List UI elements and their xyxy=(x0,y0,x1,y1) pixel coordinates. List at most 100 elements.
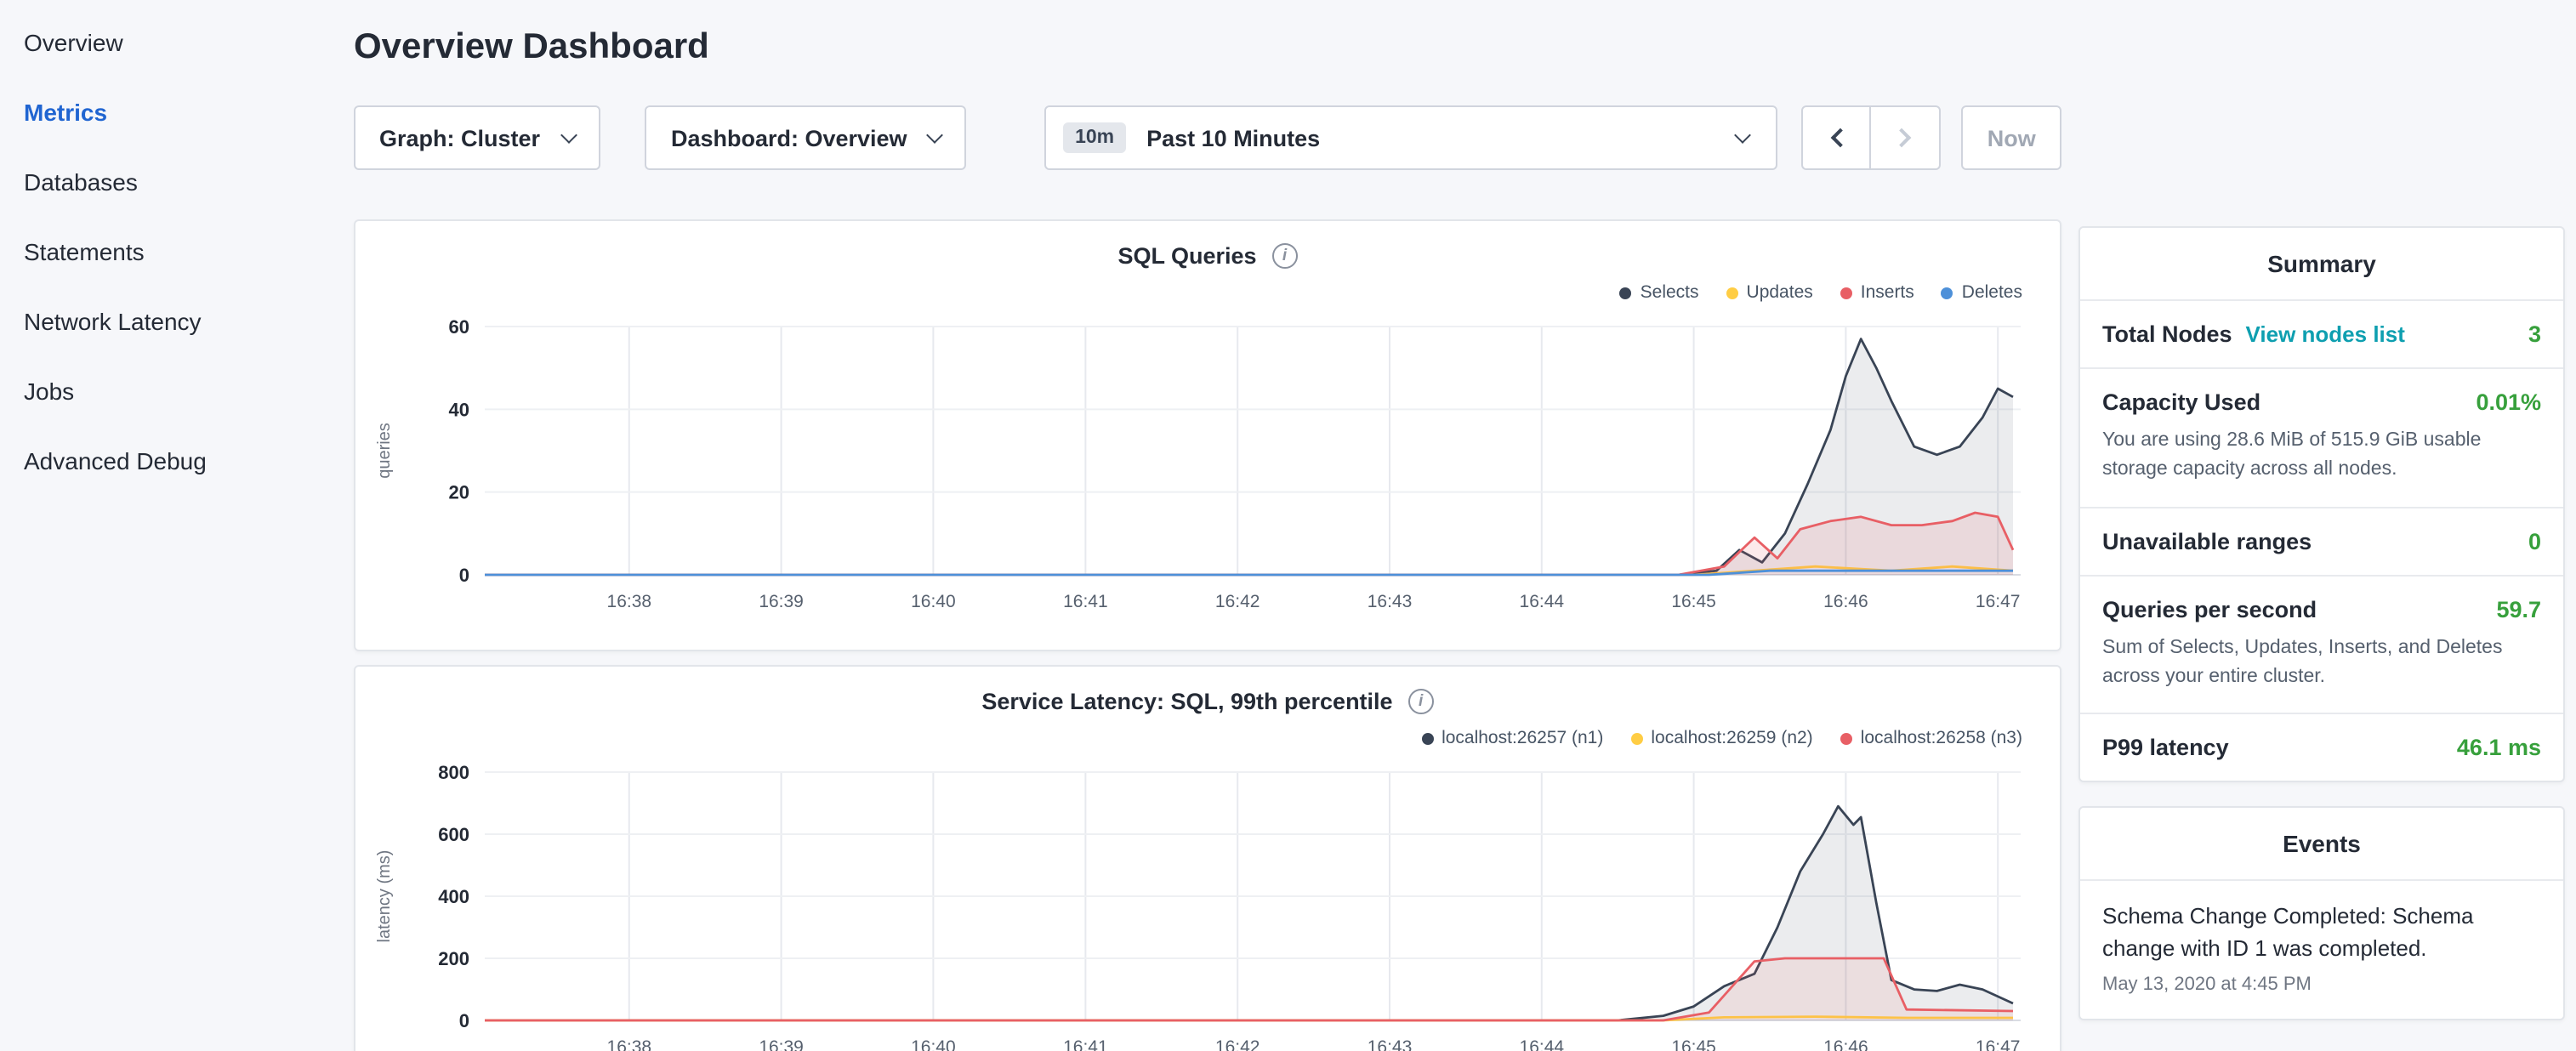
svg-text:400: 400 xyxy=(438,886,469,907)
legend-dot-icon xyxy=(1421,732,1433,744)
summary-description: You are using 28.6 MiB of 515.9 GiB usab… xyxy=(2102,427,2541,486)
dashboard-dropdown[interactable]: Dashboard: Overview xyxy=(645,105,966,170)
legend-dot-icon xyxy=(1942,287,1953,298)
svg-text:40: 40 xyxy=(449,399,469,420)
svg-text:600: 600 xyxy=(438,824,469,845)
events-panel: Events Schema Change Completed: Schema c… xyxy=(2078,806,2565,1020)
svg-text:latency (ms): latency (ms) xyxy=(375,850,394,943)
summary-row-p99-latency: P99 latency 46.1 ms xyxy=(2080,714,2563,781)
legend-dot-icon xyxy=(1840,732,1852,744)
graph-dropdown[interactable]: Graph: Cluster xyxy=(354,105,601,170)
events-title: Events xyxy=(2080,808,2563,881)
svg-text:200: 200 xyxy=(438,948,469,969)
svg-text:16:44: 16:44 xyxy=(1520,592,1565,611)
sidebar-item-metrics[interactable]: Metrics xyxy=(0,78,354,148)
legend-item: localhost:26259 (n2) xyxy=(1630,728,1812,748)
sidebar-item-overview[interactable]: Overview xyxy=(0,9,354,78)
chevron-down-icon xyxy=(926,126,943,143)
toolbar: Graph: Cluster Dashboard: Overview 10m P… xyxy=(354,105,2061,170)
svg-text:16:47: 16:47 xyxy=(1976,1037,2021,1051)
time-pager xyxy=(1801,105,1941,170)
summary-value: 59.7 xyxy=(2496,596,2541,622)
legend-dot-icon xyxy=(1630,732,1642,744)
sidebar-item-statements[interactable]: Statements xyxy=(0,218,354,287)
service-latency-chart[interactable]: 16:3816:3916:4016:4116:4216:4316:4416:45… xyxy=(369,752,2044,1051)
legend-item: localhost:26258 (n3) xyxy=(1840,728,2022,748)
chevron-down-icon xyxy=(561,126,578,143)
summary-label: Unavailable ranges xyxy=(2102,528,2312,554)
summary-panel: Summary Total Nodes View nodes list 3 Ca… xyxy=(2078,226,2565,782)
summary-row-capacity-used: Capacity Used 0.01% You are using 28.6 M… xyxy=(2080,369,2563,508)
info-icon[interactable]: i xyxy=(1272,243,1298,269)
svg-text:16:41: 16:41 xyxy=(1063,1037,1108,1051)
sidebar-item-jobs[interactable]: Jobs xyxy=(0,357,354,427)
sidebar-item-network-latency[interactable]: Network Latency xyxy=(0,287,354,357)
legend-item: Updates xyxy=(1726,282,1813,303)
dashboard-dropdown-label: Dashboard: Overview xyxy=(671,125,907,151)
sql-queries-chart[interactable]: 16:3816:3916:4016:4116:4216:4316:4416:45… xyxy=(369,306,2044,639)
app: Overview Metrics Databases Statements Ne… xyxy=(0,0,2576,1051)
chart-legend: localhost:26257 (n1)localhost:26259 (n2)… xyxy=(369,714,2046,752)
summary-value: 3 xyxy=(2528,321,2541,347)
svg-text:16:46: 16:46 xyxy=(1823,1037,1868,1051)
svg-text:0: 0 xyxy=(459,565,469,586)
summary-row-unavailable-ranges: Unavailable ranges 0 xyxy=(2080,508,2563,576)
graph-dropdown-label: Graph: Cluster xyxy=(379,125,540,151)
sql-queries-chart-card: SQL Queries i Selects Updates Inserts Delet… xyxy=(354,219,2061,651)
svg-text:16:40: 16:40 xyxy=(911,592,956,611)
svg-text:16:42: 16:42 xyxy=(1215,1037,1260,1051)
legend-label: Updates xyxy=(1747,282,1813,303)
event-text: Schema Change Completed: Schema change w… xyxy=(2102,901,2541,965)
time-range-label: Past 10 Minutes xyxy=(1146,125,1320,151)
time-range-dropdown[interactable]: 10m Past 10 Minutes xyxy=(1044,105,1777,170)
svg-text:16:40: 16:40 xyxy=(911,1037,956,1051)
now-button[interactable]: Now xyxy=(1961,105,2061,170)
summary-label: Capacity Used xyxy=(2102,389,2260,415)
summary-title: Summary xyxy=(2080,228,2563,301)
summary-value: 0.01% xyxy=(2476,389,2541,415)
chart-title: Service Latency: SQL, 99th percentile xyxy=(981,689,1392,714)
chart-legend: Selects Updates Inserts Deletes xyxy=(369,269,2046,306)
summary-row-total-nodes: Total Nodes View nodes list 3 xyxy=(2080,301,2563,369)
legend-item: Selects xyxy=(1620,282,1699,303)
svg-text:16:45: 16:45 xyxy=(1671,592,1716,611)
svg-text:16:47: 16:47 xyxy=(1976,592,2021,611)
svg-text:800: 800 xyxy=(438,762,469,783)
svg-text:16:38: 16:38 xyxy=(607,592,652,611)
legend-dot-icon xyxy=(1726,287,1738,298)
view-nodes-list-link[interactable]: View nodes list xyxy=(2246,321,2405,347)
chart-title: SQL Queries xyxy=(1117,243,1256,269)
time-range-badge: 10m xyxy=(1063,122,1126,153)
time-forward-button[interactable] xyxy=(1871,105,1941,170)
sidebar-item-databases[interactable]: Databases xyxy=(0,148,354,218)
svg-text:20: 20 xyxy=(449,482,469,503)
legend-dot-icon xyxy=(1620,287,1632,298)
sidebar-item-advanced-debug[interactable]: Advanced Debug xyxy=(0,427,354,497)
main-content: Overview Dashboard Graph: Cluster Dashbo… xyxy=(354,0,2061,1051)
page-title: Overview Dashboard xyxy=(354,27,2061,68)
summary-label: Queries per second xyxy=(2102,596,2317,622)
svg-text:16:43: 16:43 xyxy=(1368,1037,1413,1051)
legend-label: localhost:26258 (n3) xyxy=(1861,728,2022,748)
svg-text:16:41: 16:41 xyxy=(1063,592,1108,611)
svg-text:queries: queries xyxy=(375,423,394,479)
legend-item: Inserts xyxy=(1840,282,1914,303)
chevron-left-icon xyxy=(1830,128,1850,148)
summary-value: 46.1 ms xyxy=(2457,735,2541,760)
svg-text:16:44: 16:44 xyxy=(1520,1037,1565,1051)
svg-text:16:39: 16:39 xyxy=(759,592,804,611)
svg-text:16:45: 16:45 xyxy=(1671,1037,1716,1051)
summary-value: 0 xyxy=(2528,528,2541,554)
chevron-right-icon xyxy=(1892,128,1912,148)
time-back-button[interactable] xyxy=(1801,105,1871,170)
event-item: Schema Change Completed: Schema change w… xyxy=(2080,881,2563,1018)
svg-text:60: 60 xyxy=(449,316,469,338)
legend-label: Selects xyxy=(1641,282,1699,303)
legend-label: Deletes xyxy=(1962,282,2022,303)
right-sidebar: Summary Total Nodes View nodes list 3 Ca… xyxy=(2078,226,2565,1020)
svg-text:16:43: 16:43 xyxy=(1368,592,1413,611)
svg-text:0: 0 xyxy=(459,1010,469,1031)
svg-text:16:46: 16:46 xyxy=(1823,592,1868,611)
info-icon[interactable]: i xyxy=(1408,689,1434,714)
legend-item: Deletes xyxy=(1942,282,2022,303)
